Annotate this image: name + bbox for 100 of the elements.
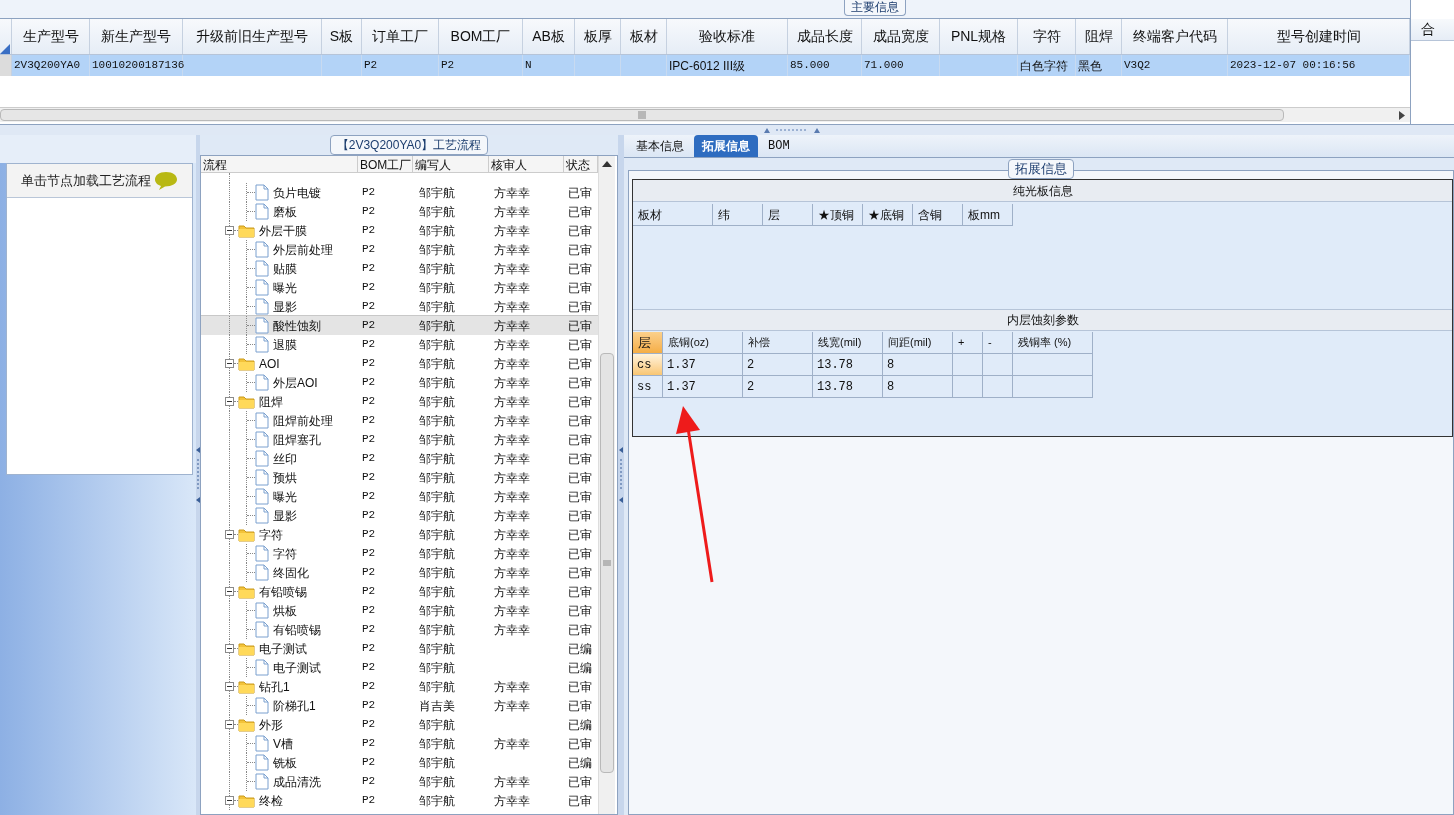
column-header[interactable]: BOM工厂 bbox=[439, 19, 523, 54]
column-header[interactable]: 升级前旧生产型号 bbox=[183, 19, 322, 54]
splitter-grip-icon[interactable] bbox=[762, 127, 822, 133]
writer-cell-text: 邹宇航 bbox=[418, 640, 456, 658]
section-header: 内层蚀刻参数 bbox=[633, 309, 1452, 331]
writer-cell-text: 邹宇航 bbox=[418, 298, 456, 316]
column-header[interactable]: 验收标准 bbox=[667, 19, 788, 54]
column-header[interactable]: AB板 bbox=[523, 19, 575, 54]
column-header[interactable]: 成品宽度 bbox=[862, 19, 940, 54]
column-header[interactable]: 板厚 bbox=[575, 19, 621, 54]
column-header[interactable]: 新生产型号 bbox=[90, 19, 183, 54]
factory-cell-text: P2 bbox=[361, 679, 377, 695]
column-header[interactable]: 含铜 bbox=[913, 204, 963, 226]
writer-cell-text: 邹宇航 bbox=[418, 184, 456, 202]
column-header[interactable]: 补偿 bbox=[743, 332, 813, 354]
column-header[interactable]: 生产型号 bbox=[12, 19, 90, 54]
row-header[interactable]: cs bbox=[633, 354, 663, 376]
document-icon bbox=[255, 317, 269, 334]
horizontal-scrollbar[interactable] bbox=[0, 107, 1410, 122]
column-header[interactable]: ★底铜 bbox=[863, 204, 913, 226]
tab[interactable]: 拓展信息 bbox=[694, 135, 758, 157]
scroll-up-icon[interactable] bbox=[602, 160, 612, 168]
column-header[interactable]: 终端客户代码 bbox=[1122, 19, 1228, 54]
column-header[interactable]: 残铜率 (%) bbox=[1013, 332, 1093, 354]
table-cell bbox=[953, 376, 983, 398]
writer-cell-text: 邹宇航 bbox=[418, 279, 456, 297]
tree-row[interactable]: 酸性蚀刻 P2 邹宇航 方幸幸 已审 bbox=[201, 316, 598, 335]
column-header[interactable]: 板材 bbox=[633, 204, 713, 226]
reviewer-cell: 方幸幸 bbox=[494, 508, 530, 523]
splitter-grip-icon[interactable] bbox=[196, 445, 200, 505]
folder-icon bbox=[238, 356, 255, 371]
column-header[interactable]: BOM工厂 bbox=[358, 156, 413, 172]
step-name: 曝光 bbox=[273, 488, 297, 506]
collapse-icon[interactable] bbox=[225, 796, 234, 805]
column-header[interactable]: 板mm bbox=[963, 204, 1013, 226]
step-name: 外层前处理 bbox=[273, 241, 333, 259]
splitter-grip-icon[interactable] bbox=[619, 445, 623, 505]
column-header[interactable]: PNL规格 bbox=[940, 19, 1018, 54]
factory-cell-text: P2 bbox=[361, 622, 377, 638]
step-name: 阶梯孔1 bbox=[273, 697, 316, 715]
collapse-icon[interactable] bbox=[225, 644, 234, 653]
column-header[interactable]: 层 bbox=[633, 332, 663, 354]
document-icon bbox=[255, 374, 269, 391]
factory-cell-text: P2 bbox=[361, 223, 377, 239]
column-header[interactable]: 线宽(mil) bbox=[813, 332, 883, 354]
factory-cell-text: P2 bbox=[361, 546, 377, 562]
reviewer-cell: 方幸幸 bbox=[494, 793, 530, 808]
grid-row[interactable]: 2V3Q200YA0 10010200187136 P2 P2 N IPC-6012 III级 85.000 71.000 白色字符 黑色 V3Q2 2023-12-07 00:16:56 bbox=[0, 55, 1410, 76]
collapse-icon[interactable] bbox=[225, 720, 234, 729]
status-cell-text: 已审 bbox=[567, 450, 593, 468]
reviewer-cell: 方幸幸 bbox=[494, 223, 530, 238]
step-name: 有铅喷锡 bbox=[259, 583, 307, 601]
column-header[interactable]: 流程 bbox=[201, 156, 358, 172]
collapse-icon[interactable] bbox=[225, 587, 234, 596]
reviewer-cell: 方幸幸 bbox=[494, 489, 530, 504]
collapse-icon[interactable] bbox=[225, 682, 234, 691]
collapse-icon[interactable] bbox=[225, 226, 234, 235]
column-header[interactable]: 订单工厂 bbox=[362, 19, 439, 54]
reviewer-cell: 方幸幸 bbox=[494, 394, 530, 409]
column-header[interactable]: 间距(mil) bbox=[883, 332, 953, 354]
column-header[interactable]: 型号创建时间 bbox=[1228, 19, 1410, 54]
step-name: 阻焊 bbox=[259, 393, 283, 411]
column-header[interactable]: 编写人 bbox=[413, 156, 489, 172]
reviewer-cell: 方幸幸 bbox=[494, 356, 530, 371]
column-header[interactable]: 字符 bbox=[1018, 19, 1076, 54]
column-header[interactable]: 底铜(oz) bbox=[663, 332, 743, 354]
writer-cell-text: 邹宇航 bbox=[418, 393, 456, 411]
column-header[interactable]: 板材 bbox=[621, 19, 667, 54]
column-header[interactable]: 纬 bbox=[713, 204, 763, 226]
writer-cell-text: 邹宇航 bbox=[418, 431, 456, 449]
grid-cell: P2 bbox=[362, 55, 439, 76]
collapse-icon[interactable] bbox=[225, 530, 234, 539]
column-header[interactable]: 阻焊 bbox=[1076, 19, 1122, 54]
status-cell-text: 已审 bbox=[567, 355, 593, 373]
tab[interactable]: 基本信息 bbox=[628, 135, 692, 157]
step-name: 阻焊塞孔 bbox=[273, 431, 321, 449]
column-header[interactable]: + bbox=[953, 332, 983, 354]
table-cell: 2 bbox=[743, 354, 813, 376]
step-name: 字符 bbox=[259, 526, 283, 544]
collapse-icon[interactable] bbox=[225, 359, 234, 368]
column-header[interactable]: 成品长度 bbox=[788, 19, 862, 54]
document-icon bbox=[255, 602, 269, 619]
tab[interactable]: BOM bbox=[760, 135, 798, 157]
step-name: 终检 bbox=[259, 792, 283, 810]
column-header[interactable]: 核审人 bbox=[489, 156, 564, 172]
vertical-scrollbar[interactable] bbox=[598, 156, 615, 814]
collapse-icon[interactable] bbox=[225, 397, 234, 406]
status-cell-text: 已审 bbox=[567, 222, 593, 240]
scroll-right-icon[interactable] bbox=[1398, 110, 1406, 120]
status-cell-text: 已审 bbox=[567, 184, 593, 202]
writer-cell-text: 邹宇航 bbox=[418, 507, 456, 525]
reviewer-cell: 方幸幸 bbox=[494, 375, 530, 390]
factory-cell-text: P2 bbox=[361, 793, 377, 809]
column-header[interactable]: S板 bbox=[322, 19, 362, 54]
column-header[interactable]: ★顶铜 bbox=[813, 204, 863, 226]
row-header[interactable]: ss bbox=[633, 376, 663, 398]
column-header[interactable]: 层 bbox=[763, 204, 813, 226]
factory-cell-text: P2 bbox=[361, 204, 377, 220]
factory-cell-text: P2 bbox=[361, 261, 377, 277]
column-header[interactable]: - bbox=[983, 332, 1013, 354]
